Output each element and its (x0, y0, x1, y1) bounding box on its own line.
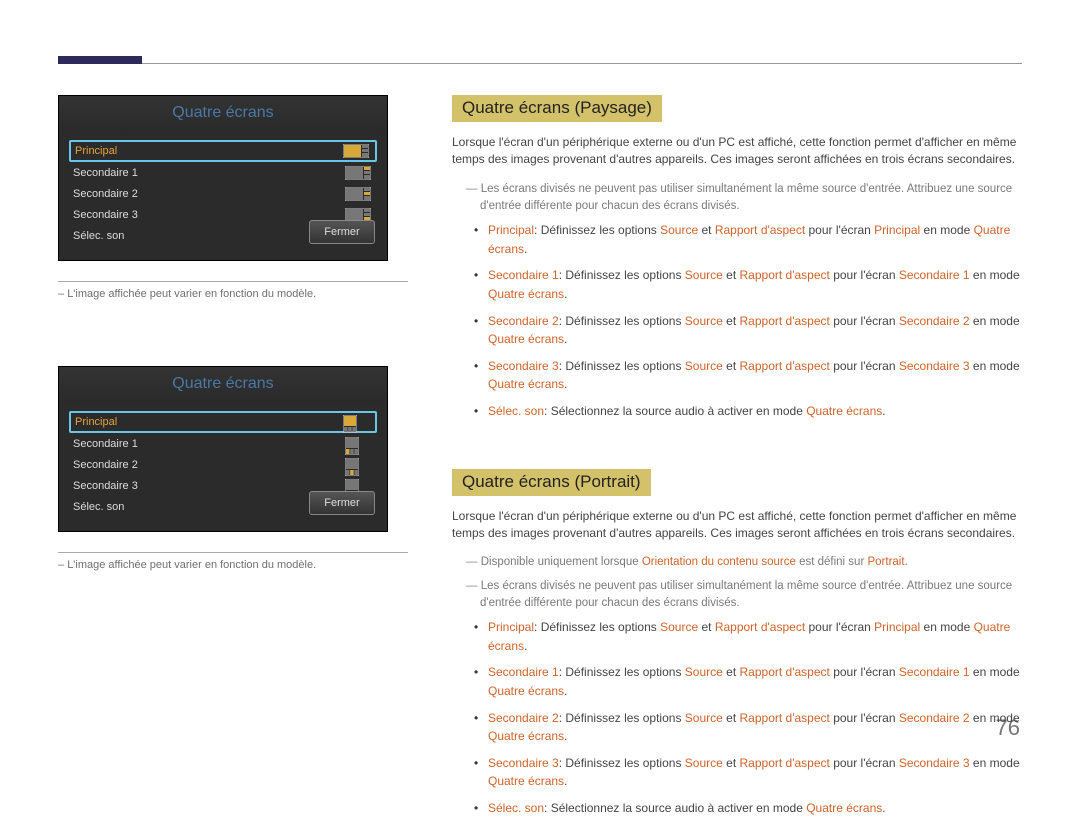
osd-row-label: Secondaire 2 (73, 459, 345, 471)
osd-title: Quatre écrans (59, 367, 387, 403)
osd-row-secondaire2[interactable]: Secondaire 2 (69, 183, 377, 204)
osd-row-label: Secondaire 3 (73, 480, 345, 492)
layout-icon-sec1-portrait (345, 437, 371, 451)
section-title-portrait: Quatre écrans (Portrait) (452, 469, 651, 496)
section-title-landscape: Quatre écrans (Paysage) (452, 95, 662, 122)
left-note: – L'image affichée peut varier en foncti… (58, 559, 418, 571)
osd-row-label: Secondaire 1 (73, 167, 345, 179)
note-rule (58, 552, 408, 553)
osd-row-label: Principal (75, 145, 343, 157)
osd-row-label: Secondaire 1 (73, 438, 345, 450)
bullet-list: Principal: Définissez les options Source… (452, 618, 1022, 817)
osd-row-secondaire1[interactable]: Secondaire 1 (69, 433, 377, 454)
close-button[interactable]: Fermer (309, 220, 375, 244)
osd-row-principal[interactable]: Principal (69, 140, 377, 162)
layout-icon-sec2-landscape (345, 187, 371, 201)
osd-row-label: Secondaire 2 (73, 188, 345, 200)
osd-title: Quatre écrans (59, 96, 387, 132)
bullet-secondaire1: Secondaire 1: Définissez les options Sou… (488, 663, 1022, 700)
osd-row-principal[interactable]: Principal (69, 411, 377, 433)
bullet-secondaire3: Secondaire 3: Définissez les options Sou… (488, 754, 1022, 791)
bullet-list: Principal: Définissez les options Source… (452, 221, 1022, 420)
osd-panel-portrait: Quatre écrans Principal Secondaire 1 (58, 366, 388, 532)
bullet-secondaire1: Secondaire 1: Définissez les options Sou… (488, 266, 1022, 303)
osd-panel-landscape: Quatre écrans Principal Secondaire 1 (58, 95, 388, 261)
left-note-text: L'image affichée peut varier en fonction… (67, 288, 316, 300)
left-note: – L'image affichée peut varier en foncti… (58, 288, 418, 300)
note-rule (58, 281, 408, 282)
section-info-note: Les écrans divisés ne peuvent pas utilis… (466, 181, 1022, 216)
section-intro: Lorsque l'écran d'un périphérique extern… (452, 508, 1022, 543)
section-landscape: Quatre écrans (Paysage) Lorsque l'écran … (452, 95, 1022, 421)
bullet-secondaire2: Secondaire 2: Définissez les options Sou… (488, 312, 1022, 349)
section-info-note: Les écrans divisés ne peuvent pas utilis… (466, 578, 1022, 613)
osd-row-label: Secondaire 3 (73, 209, 345, 221)
bullet-principal: Principal: Définissez les options Source… (488, 221, 1022, 258)
layout-icon-sec1-landscape (345, 166, 371, 180)
bullet-secondaire2: Secondaire 2: Définissez les options Sou… (488, 709, 1022, 746)
osd-row-secondaire1[interactable]: Secondaire 1 (69, 162, 377, 183)
section-portrait: Quatre écrans (Portrait) Lorsque l'écran… (452, 469, 1022, 818)
header-accent (58, 56, 142, 64)
bullet-secondaire3: Secondaire 3: Définissez les options Sou… (488, 357, 1022, 394)
section-info-availability: Disponible uniquement lorsque Orientatio… (466, 554, 1022, 571)
bullet-selec-son: Sélec. son: Sélectionnez la source audio… (488, 402, 1022, 421)
section-intro: Lorsque l'écran d'un périphérique extern… (452, 134, 1022, 169)
osd-row-label: Principal (75, 416, 343, 428)
left-note-text: L'image affichée peut varier en fonction… (67, 559, 316, 571)
header-rule (142, 63, 1022, 64)
osd-row-secondaire2[interactable]: Secondaire 2 (69, 454, 377, 475)
close-button[interactable]: Fermer (309, 491, 375, 515)
bullet-principal: Principal: Définissez les options Source… (488, 618, 1022, 655)
bullet-selec-son: Sélec. son: Sélectionnez la source audio… (488, 799, 1022, 818)
layout-icon-sec2-portrait (345, 458, 371, 472)
layout-icon-principal-portrait (343, 415, 369, 429)
layout-icon-principal-landscape (343, 144, 369, 158)
